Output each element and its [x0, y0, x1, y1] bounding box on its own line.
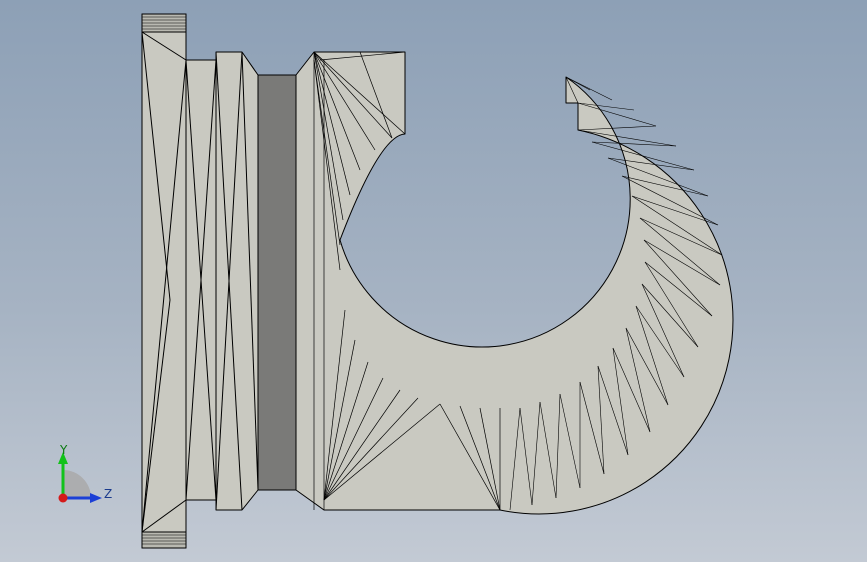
neck-part[interactable]	[185, 59, 217, 501]
y-axis-label: Y	[59, 443, 68, 457]
flange-part[interactable]	[141, 13, 187, 549]
triad-plane-quadrant	[63, 470, 91, 498]
3d-model-view[interactable]	[0, 0, 867, 562]
z-axis-arrow	[90, 493, 102, 503]
graphics-viewport[interactable]: Y Z	[0, 0, 867, 562]
clamp-body-part[interactable]	[295, 51, 734, 515]
axis-triad: Y Z	[58, 443, 112, 503]
z-axis-label: Z	[104, 487, 112, 501]
origin-dot	[58, 493, 68, 503]
collar-part[interactable]	[215, 51, 259, 511]
